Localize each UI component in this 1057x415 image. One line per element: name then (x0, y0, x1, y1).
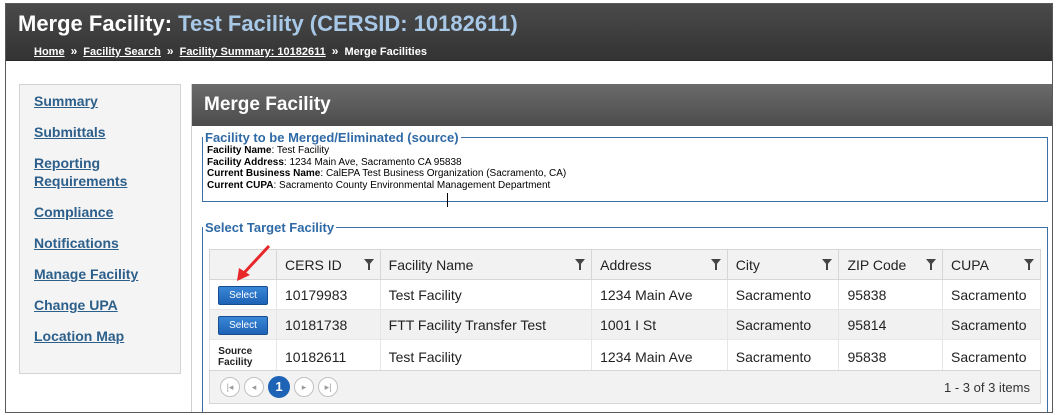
target-facility-section: Select Target Facility CERS ID Facility … (202, 220, 1048, 412)
cell-cupa: Sacramento (942, 279, 1041, 310)
filter-icon[interactable] (575, 259, 586, 270)
select-button[interactable]: Select (218, 315, 268, 335)
filter-icon[interactable] (1024, 259, 1034, 270)
page-title-prefix: Merge Facility: (18, 11, 173, 36)
pager-info: 1 - 3 of 3 items (944, 380, 1030, 395)
cell-city: Sacramento (726, 309, 840, 340)
table-row: Select 10181738 FTT Facility Transfer Te… (209, 309, 1041, 340)
grid-header-facility-name[interactable]: Facility Name (379, 249, 593, 280)
page-header: Merge Facility: Test Facility (CERSID: 1… (6, 4, 1052, 61)
filter-icon[interactable] (926, 259, 937, 270)
cell-cers-id: 10179983 (276, 279, 381, 310)
select-button[interactable]: Select (218, 285, 268, 305)
sidebar-item-change-upa[interactable]: Change UPA (20, 293, 180, 317)
cell-facility-name: Test Facility (379, 279, 593, 310)
grid-header-cupa[interactable]: CUPA (942, 249, 1041, 280)
cell-city: Sacramento (726, 279, 840, 310)
cell-address: 1001 I St (591, 309, 728, 340)
breadcrumb-current: Merge Facilities (344, 46, 427, 58)
source-field-business-name: Current Business Name: CalEPA Test Busin… (207, 168, 567, 179)
row-action-cell: Select (209, 309, 277, 340)
cell-zip-code: 95838 (838, 279, 944, 310)
source-facility-details: Facility Name: Test Facility Facility Ad… (203, 145, 1047, 191)
breadcrumb-home[interactable]: Home (34, 46, 65, 58)
grid-header-zip-code[interactable]: ZIP Code (838, 249, 944, 280)
page-title-subject: Test Facility (CERSID: 10182611) (178, 11, 518, 36)
last-page-icon[interactable]: ▸| (318, 377, 338, 397)
filter-icon[interactable] (363, 259, 374, 270)
next-page-icon[interactable]: ▸ (294, 377, 314, 397)
cell-cers-id: 10181738 (276, 309, 381, 340)
grid-header-city[interactable]: City (726, 249, 840, 280)
source-facility-section: Facility to be Merged/Eliminated (source… (202, 130, 1048, 202)
target-facility-legend: Select Target Facility (205, 220, 335, 235)
breadcrumb-separator: » (70, 44, 78, 58)
sidebar-item-compliance[interactable]: Compliance (20, 200, 180, 224)
breadcrumb: Home » Facility Search » Facility Summary: 1… (34, 44, 427, 58)
sidebar-item-manage-facility[interactable]: Manage Facility (20, 262, 180, 286)
sidebar-item-submittals[interactable]: Submittals (20, 120, 180, 144)
grid-pager: |◂ ◂ 1 ▸ ▸| 1 - 3 of 3 items (209, 370, 1041, 404)
source-field-facility-address: Facility Address: 1234 Main Ave, Sacrame… (207, 156, 462, 168)
app-window: Merge Facility: Test Facility (CERSID: 1… (5, 3, 1053, 413)
cell-facility-name: FTT Facility Transfer Test (379, 309, 593, 340)
grid-header-cers-id[interactable]: CERS ID (276, 249, 381, 280)
sidebar-item-reporting-requirements[interactable]: Reporting Requirements (20, 151, 180, 193)
table-row: Select 10179983 Test Facility 1234 Main … (209, 279, 1041, 310)
text-cursor-icon (447, 193, 448, 207)
source-facility-legend: Facility to be Merged/Eliminated (source… (205, 130, 459, 145)
breadcrumb-separator: » (166, 44, 174, 58)
source-field-facility-name: Facility Name: Test Facility (207, 145, 330, 156)
target-facility-grid: CERS ID Facility Name Address City ZIP C… (209, 249, 1041, 375)
cell-zip-code: 95814 (838, 309, 944, 340)
sidebar-item-location-map[interactable]: Location Map (20, 324, 180, 348)
filter-icon[interactable] (822, 259, 833, 270)
source-field-cupa: Current CUPA: Sacramento County Environm… (207, 179, 551, 191)
cell-cupa: Sacramento (942, 309, 1041, 340)
grid-header-row: CERS ID Facility Name Address City ZIP C… (209, 249, 1041, 280)
first-page-icon[interactable]: |◂ (220, 377, 240, 397)
prev-page-icon[interactable]: ◂ (244, 377, 264, 397)
main-panel: Merge Facility Facility to be Merged/Eli… (191, 84, 1052, 412)
page-number-button[interactable]: 1 (268, 376, 290, 398)
breadcrumb-facility-search[interactable]: Facility Search (83, 46, 161, 58)
breadcrumb-facility-summary[interactable]: Facility Summary: 10182611 (180, 46, 326, 58)
row-action-cell: Select (209, 279, 277, 310)
cell-address: 1234 Main Ave (591, 279, 728, 310)
source-facility-label: Source Facility (218, 346, 253, 368)
sidebar-item-summary[interactable]: Summary (20, 89, 180, 113)
sidebar-item-notifications[interactable]: Notifications (20, 231, 180, 255)
grid-header-address[interactable]: Address (591, 249, 728, 280)
filter-icon[interactable] (710, 259, 721, 270)
sidebar-nav: Summary Submittals Reporting Requirement… (19, 84, 181, 374)
annotation-arrow-icon (237, 244, 271, 281)
panel-title: Merge Facility (192, 84, 1052, 126)
page-title: Merge Facility: Test Facility (CERSID: 1… (18, 11, 518, 37)
breadcrumb-separator: » (331, 44, 339, 58)
